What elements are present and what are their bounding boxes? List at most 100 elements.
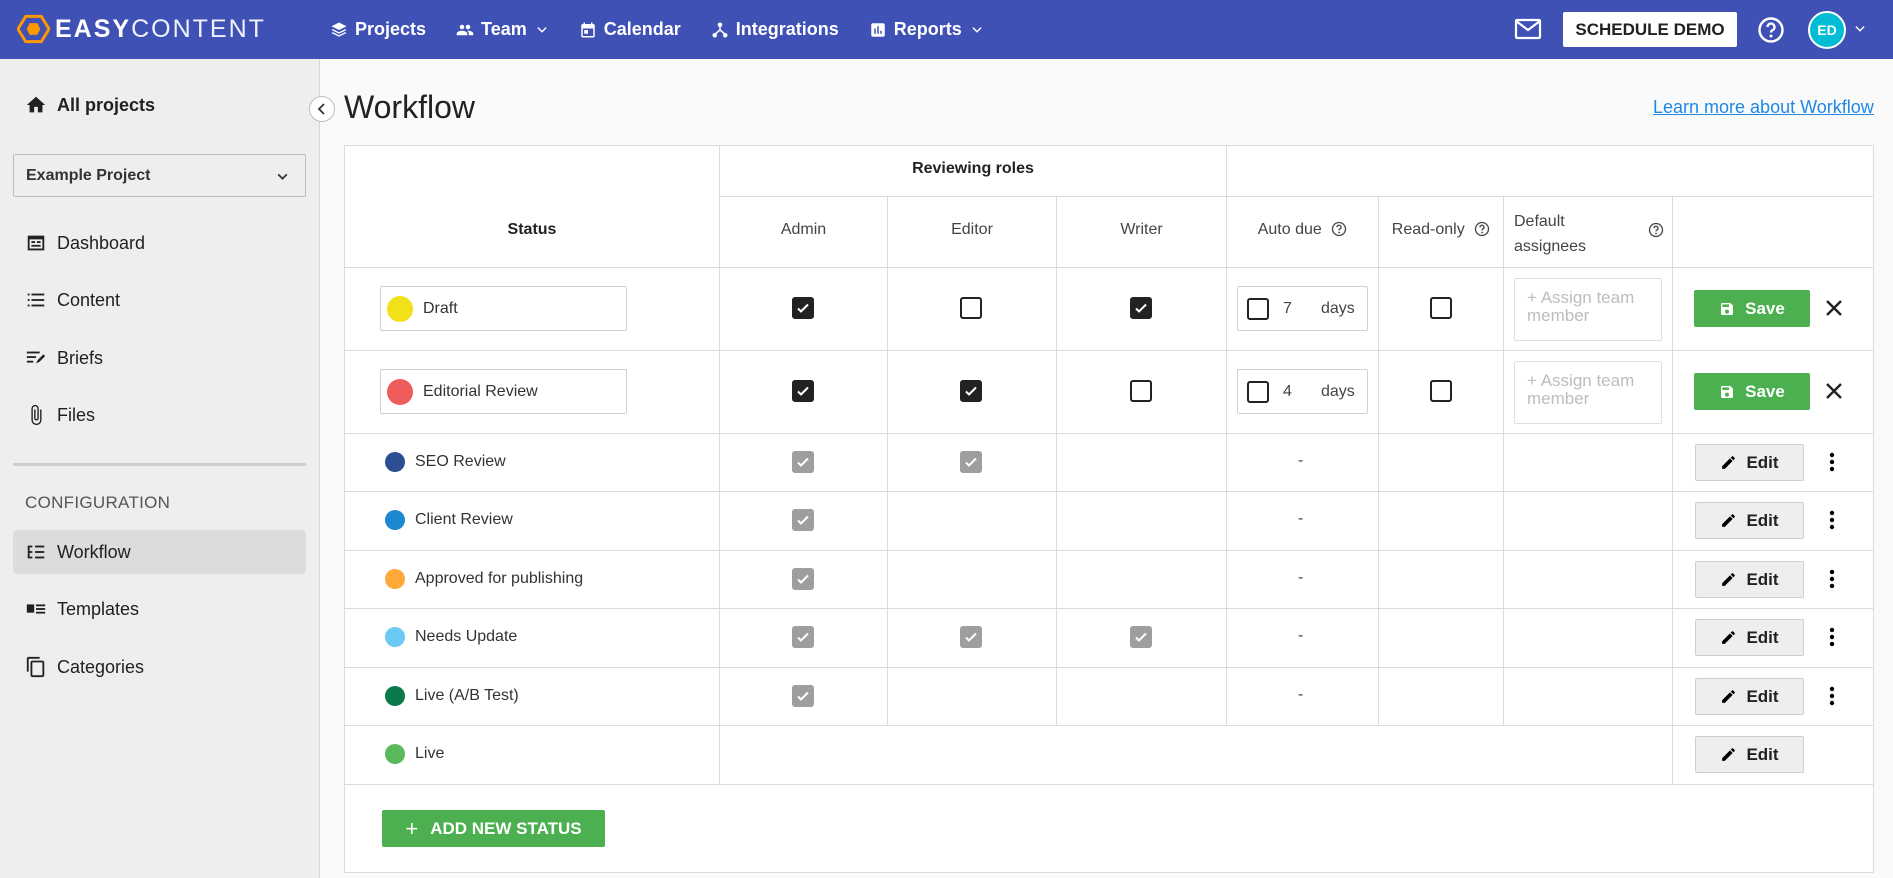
status-name-input[interactable]: Editorial Review <box>380 369 627 414</box>
learn-more-link[interactable]: Learn more about Workflow <box>1653 97 1874 118</box>
sidebar-item-workflow[interactable]: Workflow <box>13 530 306 574</box>
check-icon <box>797 574 809 584</box>
status-color-dot[interactable] <box>387 295 413 322</box>
editor-checkbox[interactable] <box>960 380 982 402</box>
status-color-dot[interactable] <box>387 378 413 405</box>
close-icon[interactable] <box>1824 381 1844 401</box>
chevron-down-icon[interactable] <box>1853 22 1867 36</box>
read-only-checkbox[interactable] <box>1430 380 1452 402</box>
nav-reports[interactable]: Reports <box>869 19 984 40</box>
user-avatar[interactable]: ED <box>1808 11 1846 49</box>
workflow-icon <box>27 545 45 559</box>
more-vert-icon[interactable] <box>1820 450 1844 474</box>
brand-name: EASYCONTENT <box>55 14 266 43</box>
sidebar-item-all-projects[interactable]: All projects <box>13 83 306 127</box>
more-vert-icon[interactable] <box>1820 508 1844 532</box>
edit-button[interactable]: Edit <box>1695 561 1804 598</box>
editor-header: Editor <box>951 221 993 238</box>
sidebar-item-label: All projects <box>57 94 156 115</box>
sidebar-item-label: Dashboard <box>57 232 146 253</box>
status-name: Live (A/B Test) <box>385 686 519 706</box>
admin-checkbox <box>792 685 814 707</box>
status-name: Approved for publishing <box>385 569 583 589</box>
edit-button[interactable]: Edit <box>1695 444 1804 481</box>
add-new-status-button[interactable]: + ADD NEW STATUS <box>382 810 605 847</box>
admin-checkbox[interactable] <box>792 380 814 402</box>
assign-team-member-field[interactable]: + Assign team member <box>1514 278 1662 341</box>
admin-checkbox[interactable] <box>792 297 814 319</box>
status-label: Live <box>415 745 445 762</box>
auto-due-value: - <box>1298 510 1304 527</box>
edit-button[interactable]: Edit <box>1695 619 1804 656</box>
more-vert-icon[interactable] <box>1820 684 1844 708</box>
sidebar-item-dashboard[interactable]: Dashboard <box>13 221 306 265</box>
edit-button[interactable]: Edit <box>1695 736 1804 773</box>
divider <box>1056 197 1057 726</box>
auto-due-days-value[interactable]: 4 <box>1283 383 1309 401</box>
status-name-input[interactable]: Draft <box>380 286 627 331</box>
project-select[interactable]: Example Project <box>13 154 306 197</box>
close-icon[interactable] <box>1824 298 1844 318</box>
sidebar-item-briefs[interactable]: Briefs <box>13 336 306 380</box>
check-icon <box>965 457 977 467</box>
auto-due-field[interactable]: 7 days <box>1237 286 1368 331</box>
mail-icon[interactable] <box>1514 17 1542 41</box>
default-assignees-header: Default assignees <box>1514 209 1604 259</box>
help-icon[interactable] <box>1474 221 1490 237</box>
read-only-checkbox[interactable] <box>1430 297 1452 319</box>
assign-team-member-field[interactable]: + Assign team member <box>1514 361 1662 424</box>
nav-integrations-label: Integrations <box>735 19 839 39</box>
nav-team[interactable]: Team <box>456 19 549 40</box>
edit-button-label: Edit <box>1746 686 1779 706</box>
sidebar-item-templates[interactable]: Templates <box>13 587 306 631</box>
writer-checkbox[interactable] <box>1130 380 1152 402</box>
nav-calendar[interactable]: Calendar <box>579 19 681 40</box>
divider <box>1378 197 1379 726</box>
divider <box>345 550 1873 551</box>
brand-logo[interactable]: EASYCONTENT <box>17 13 266 45</box>
save-button[interactable]: Save <box>1694 373 1810 410</box>
check-icon <box>797 303 809 313</box>
auto-due-days-value[interactable]: 7 <box>1283 300 1309 318</box>
help-icon[interactable] <box>1648 222 1664 238</box>
admin-checkbox <box>792 509 814 531</box>
sidebar-item-label: Files <box>57 404 96 425</box>
editor-checkbox[interactable] <box>960 297 982 319</box>
templates-icon <box>26 604 46 614</box>
writer-checkbox <box>1130 626 1152 648</box>
pencil-icon <box>1722 573 1736 586</box>
auto-due-label: Auto due <box>1257 221 1322 238</box>
status-label: SEO Review <box>415 453 506 470</box>
sidebar-item-content[interactable]: Content <box>13 278 306 322</box>
help-icon[interactable] <box>1331 221 1347 237</box>
divider <box>720 196 1873 197</box>
edit-button-label: Edit <box>1746 569 1779 589</box>
auto-due-field[interactable]: 4 days <box>1237 369 1368 414</box>
chevron-down-icon <box>972 26 982 33</box>
assign-placeholder-line1: + Assign team <box>1527 371 1635 390</box>
nav-projects[interactable]: Projects <box>330 19 426 40</box>
briefs-icon <box>26 351 46 364</box>
auto-due-checkbox[interactable] <box>1247 380 1269 403</box>
edit-button[interactable]: Edit <box>1695 678 1804 715</box>
logo-icon <box>17 14 50 44</box>
auto-due-checkbox[interactable] <box>1247 297 1269 320</box>
collapse-sidebar-button[interactable] <box>309 96 335 122</box>
edit-button[interactable]: Edit <box>1695 502 1804 539</box>
save-button[interactable]: Save <box>1694 290 1810 327</box>
more-vert-icon[interactable] <box>1820 625 1844 649</box>
auto-due-unit: days <box>1321 382 1355 400</box>
nav-projects-label: Projects <box>355 19 427 39</box>
nav-integrations[interactable]: Integrations <box>711 19 839 40</box>
status-label: Needs Update <box>415 628 518 645</box>
sidebar-item-categories[interactable]: Categories <box>13 645 306 689</box>
writer-checkbox[interactable] <box>1130 297 1152 319</box>
help-icon[interactable] <box>1757 16 1785 44</box>
sidebar-item-files[interactable]: Files <box>13 393 306 437</box>
more-vert-icon[interactable] <box>1820 567 1844 591</box>
pencil-icon <box>1722 456 1736 469</box>
check-icon <box>797 691 809 701</box>
status-color-dot <box>385 627 405 647</box>
auto-due-header: Auto due <box>1227 221 1378 239</box>
schedule-demo-button[interactable]: SCHEDULE DEMO <box>1563 12 1737 47</box>
